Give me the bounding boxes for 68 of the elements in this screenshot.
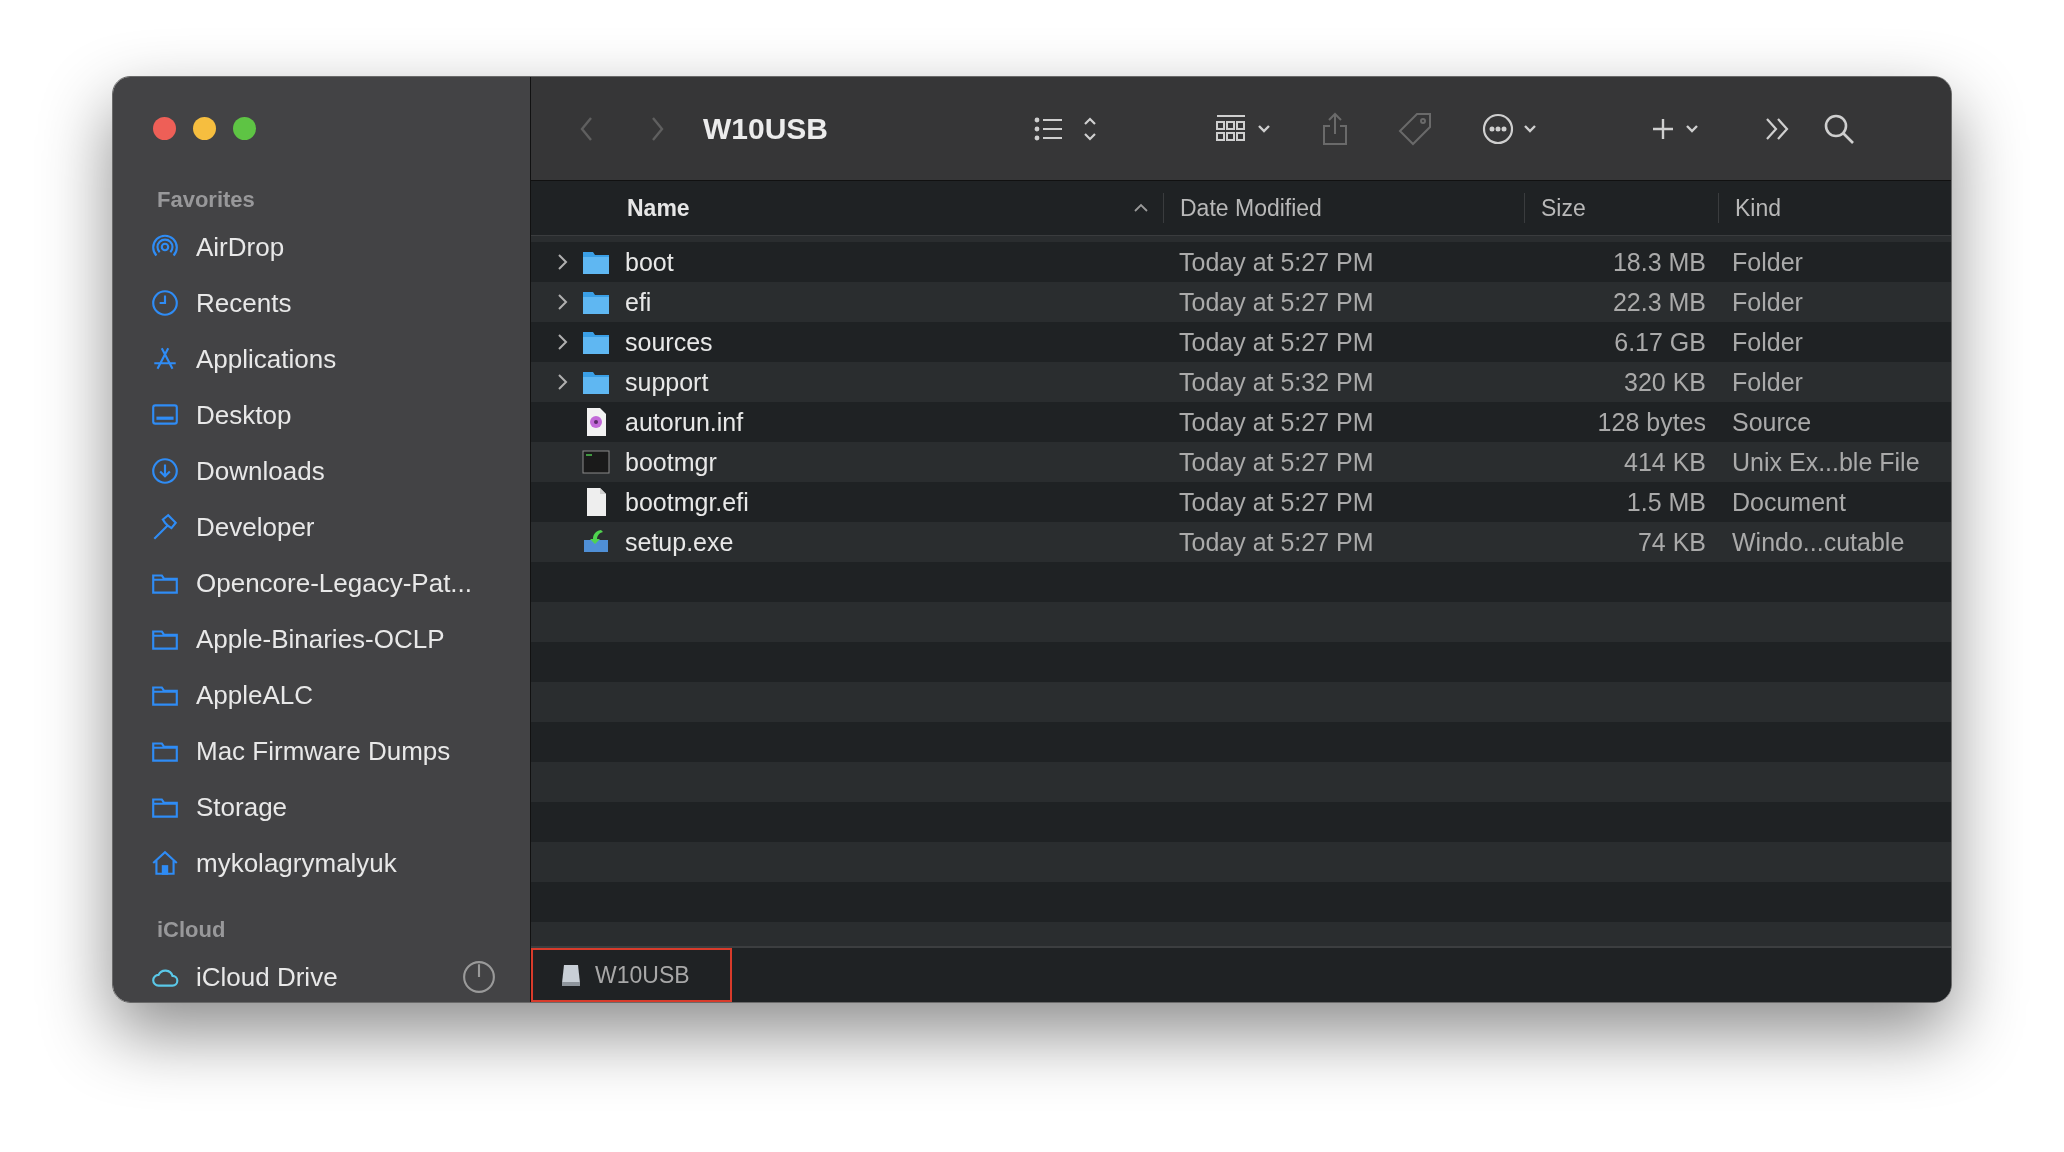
disclosure-icon[interactable] xyxy=(557,373,569,391)
date-modified: Today at 5:27 PM xyxy=(1179,447,1374,477)
sort-icon xyxy=(1133,203,1149,213)
column-heading[interactable]: Date Modified xyxy=(1163,193,1524,223)
date-modified: Today at 5:32 PM xyxy=(1179,367,1374,397)
sidebar-section-title: Favorites xyxy=(157,187,256,213)
file-size: 74 KB xyxy=(1637,527,1706,557)
close-button[interactable] xyxy=(153,117,176,140)
disclosure-icon[interactable] xyxy=(557,253,569,271)
date-modified: Today at 5:27 PM xyxy=(1179,287,1374,317)
sidebar-item[interactable]: Opencore-Legacy-Pat... xyxy=(143,555,530,611)
file-name: bootmgr.efi xyxy=(625,487,749,517)
file-size: 22.3 MB xyxy=(1612,287,1706,317)
file-kind: Folder xyxy=(1732,287,1803,317)
sidebar-item[interactable]: AppleALC xyxy=(143,667,530,723)
file-name: boot xyxy=(625,247,674,277)
column-heading[interactable]: Kind xyxy=(1718,193,1951,223)
downloads-icon xyxy=(150,456,180,486)
sidebar-section-title: iCloud xyxy=(157,917,227,943)
sidebar-item[interactable]: Applications xyxy=(143,331,530,387)
file-name: support xyxy=(625,367,709,397)
sidebar-item[interactable]: Mac Firmware Dumps xyxy=(143,723,530,779)
column-heading[interactable]: Size xyxy=(1524,193,1718,223)
storage-pie-icon xyxy=(462,960,496,994)
sidebar-item[interactable]: iCloud Drive xyxy=(143,949,530,1002)
file-size: 6.17 GB xyxy=(1614,327,1706,357)
date-modified: Today at 5:27 PM xyxy=(1179,247,1374,277)
column-heading[interactable]: Name xyxy=(531,193,1163,223)
path-item[interactable]: W10USB xyxy=(531,948,732,1002)
date-modified: Today at 5:27 PM xyxy=(1179,527,1374,557)
file-size: 18.3 MB xyxy=(1612,247,1706,277)
file-kind: Folder xyxy=(1732,247,1803,277)
file-kind: Source xyxy=(1732,407,1812,437)
file-name: bootmgr xyxy=(625,447,717,477)
file-size: 128 bytes xyxy=(1597,407,1706,437)
file-kind: Folder xyxy=(1732,367,1803,397)
disclosure-icon[interactable] xyxy=(557,333,569,351)
sidebar-item[interactable]: Storage xyxy=(143,779,530,835)
date-modified: Today at 5:27 PM xyxy=(1179,327,1374,357)
file-size: 1.5 MB xyxy=(1626,487,1706,517)
file-kind: Windo...cutable xyxy=(1732,527,1905,557)
recents-icon xyxy=(150,288,180,318)
sidebar-item[interactable]: Developer xyxy=(143,499,530,555)
terminal-icon xyxy=(581,447,611,477)
search-button[interactable] xyxy=(1823,112,1855,145)
window-title: W10USB xyxy=(703,111,830,146)
file-kind: Unix Ex...ble File xyxy=(1732,447,1920,477)
sidebar-item[interactable]: Downloads xyxy=(143,443,530,499)
sidebar-item[interactable]: AirDrop xyxy=(143,219,530,275)
file-kind: Document xyxy=(1732,487,1846,517)
sidebar-item[interactable]: Desktop xyxy=(143,387,530,443)
file-name: efi xyxy=(625,287,652,317)
file-size: 414 KB xyxy=(1624,447,1706,477)
file-name: autorun.inf xyxy=(625,407,744,437)
disclosure-icon[interactable] xyxy=(557,293,569,311)
file-name: setup.exe xyxy=(625,527,734,557)
sidebar-item[interactable]: Apple-Binaries-OCLP xyxy=(143,611,530,667)
drive-icon xyxy=(559,963,583,987)
date-modified: Today at 5:27 PM xyxy=(1179,487,1374,517)
sidebar-item[interactable]: Recents xyxy=(143,275,530,331)
date-modified: Today at 5:27 PM xyxy=(1179,407,1374,437)
file-name: sources xyxy=(625,327,713,357)
zoom-button[interactable] xyxy=(233,117,256,140)
minimize-button[interactable] xyxy=(193,117,216,140)
file-size: 320 KB xyxy=(1624,367,1706,397)
home-icon xyxy=(150,848,180,878)
file-kind: Folder xyxy=(1732,327,1803,357)
sidebar-item[interactable]: mykolagrymalyuk xyxy=(143,835,530,891)
